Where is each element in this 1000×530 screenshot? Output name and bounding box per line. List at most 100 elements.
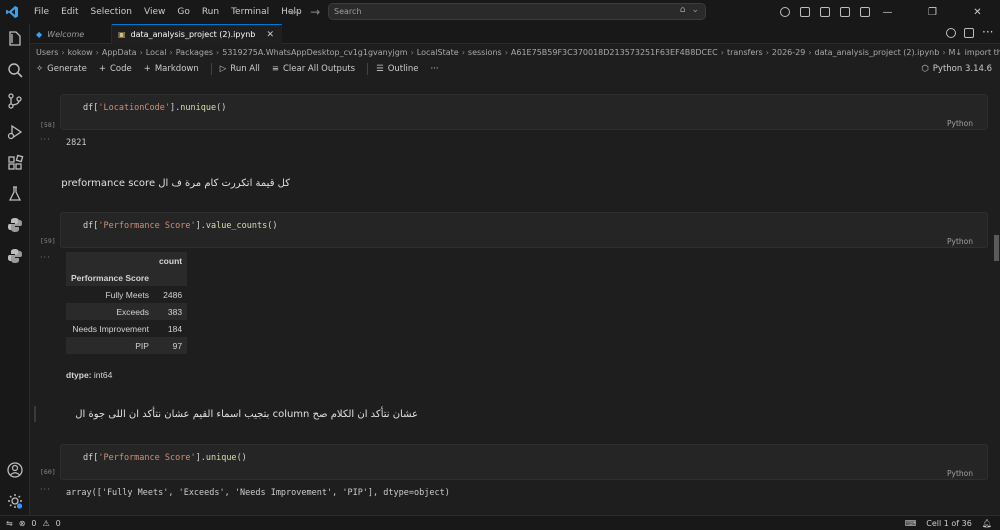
table-row-label: Fully Meets [105, 289, 149, 300]
minimize-icon[interactable]: — [865, 0, 910, 24]
run-all-label: Run All [230, 64, 260, 74]
menu-go[interactable]: Go [171, 0, 195, 24]
dtype-value: int64 [93, 370, 113, 380]
chevron-right-icon: › [765, 47, 769, 57]
menu-selection[interactable]: Selection [85, 0, 138, 24]
tab-welcome[interactable]: ◆ Welcome [30, 24, 112, 44]
table-index-header-row: Performance Score [66, 269, 188, 286]
code-cell[interactable]: df['Performance Score'].value_counts() P… [60, 212, 988, 248]
breadcrumb-item[interactable]: Local [146, 48, 167, 57]
chevron-right-icon: › [942, 47, 946, 57]
breadcrumb-item[interactable]: sessions [468, 48, 502, 57]
nav-arrows: ← → [290, 0, 320, 24]
settings-icon[interactable] [946, 28, 956, 38]
testing-flask-icon[interactable] [6, 185, 24, 203]
breadcrumb-item[interactable]: Packages [176, 48, 213, 57]
cell-source[interactable]: df['LocationCode'].nunique() [61, 95, 987, 129]
toggle-secondary-sidebar-icon[interactable] [840, 7, 850, 17]
copilot-icon[interactable]: ⌂ [680, 5, 686, 15]
cell-position[interactable]: Cell 1 of 36 [926, 519, 972, 528]
bell-icon[interactable]: 🔔︎ [982, 519, 992, 528]
breadcrumb-item[interactable]: transfers [727, 48, 763, 57]
add-code-button[interactable]: + Code [99, 64, 132, 74]
output-more-icon[interactable]: ··· [40, 485, 51, 494]
cell-source[interactable]: df['Performance Score'].value_counts() [61, 213, 987, 247]
output-more-icon[interactable]: ··· [40, 135, 51, 144]
menu-file[interactable]: File [28, 0, 55, 24]
command-search-box[interactable]: Search ⌂ ⌄ [328, 3, 706, 20]
search-icon[interactable] [6, 61, 24, 79]
run-all-button[interactable]: ▷ Run All [220, 64, 260, 74]
output-more-icon[interactable]: ··· [40, 253, 51, 262]
editor-actions: ··· [946, 26, 993, 38]
account-icon[interactable] [6, 461, 24, 479]
outline-button[interactable]: ☰ Outline [376, 64, 418, 74]
explorer-icon[interactable] [6, 30, 24, 48]
toggle-sidebar-icon[interactable] [820, 7, 830, 17]
chevron-right-icon: › [139, 47, 143, 57]
value-counts-table: count Performance Score Fully Meets 2486… [66, 252, 188, 354]
chevron-right-icon: › [61, 47, 65, 57]
menu-view[interactable]: View [138, 0, 171, 24]
code-function: nunique [180, 103, 217, 113]
more-actions-icon[interactable]: ··· [982, 26, 993, 38]
split-editor-icon[interactable] [964, 28, 974, 38]
kernel-picker[interactable]: ⬡ Python 3.14.6 [921, 60, 992, 78]
generate-button[interactable]: ✧ Generate [36, 64, 87, 74]
markdown-cell[interactable]: عشان نتأكد ان الكلام صح column بتجيب اسم… [60, 409, 418, 420]
vertical-scrollbar[interactable] [992, 80, 1000, 515]
scrollbar-thumb[interactable] [994, 235, 999, 261]
warning-icon[interactable]: ⚠ [43, 519, 50, 528]
python-icon[interactable] [6, 216, 24, 234]
settings-gear-icon[interactable] [6, 492, 24, 510]
menu-terminal[interactable]: Terminal [225, 0, 275, 24]
back-arrow-icon[interactable]: ← [290, 5, 300, 19]
tab-notebook[interactable]: ▣ data_analysis_project (2).ipynb ✕ [112, 24, 282, 44]
remote-indicator-icon[interactable]: ⇋ [6, 519, 13, 528]
tab-close-icon[interactable]: ✕ [266, 30, 274, 40]
breadcrumb: Users › kokow › AppData › Local › Packages › … [30, 45, 1000, 59]
cell-language-label[interactable]: Python [947, 237, 973, 246]
jupyter-icon[interactable] [6, 247, 24, 265]
extensions-icon[interactable] [6, 154, 24, 172]
error-icon[interactable]: ⊗ [19, 519, 26, 528]
add-markdown-button[interactable]: + Markdown [144, 64, 199, 74]
menu-run[interactable]: Run [196, 0, 225, 24]
breadcrumb-item[interactable]: 5319275A.WhatsAppDesktop_cv1g1gvanyjgm [222, 48, 407, 57]
close-icon[interactable]: ✕ [955, 0, 1000, 24]
restore-icon[interactable]: ❐ [910, 0, 955, 24]
run-debug-icon[interactable] [6, 123, 24, 141]
breadcrumb-item[interactable]: data_analysis_project (2).ipynb [815, 48, 940, 57]
cell-language-label[interactable]: Python [947, 119, 973, 128]
code-cell[interactable]: df['Performance Score'].unique() Python [60, 444, 988, 480]
keyboard-icon[interactable]: ⌨ [905, 519, 917, 528]
breadcrumb-item[interactable]: A61E75B59F3C370018D213573251F63EF4B8DCEC [511, 48, 718, 57]
execution-count: [60] [40, 468, 56, 476]
code-token: df[ [83, 221, 99, 231]
notebook-editor: df['LocationCode'].nunique() Python [58]… [30, 80, 1000, 515]
breadcrumb-item[interactable]: kokow [68, 48, 93, 57]
execution-count: [59] [40, 237, 56, 245]
forward-arrow-icon[interactable]: → [310, 5, 320, 19]
chevron-down-icon[interactable]: ⌄ [691, 5, 699, 15]
clear-outputs-label: Clear All Outputs [282, 64, 356, 74]
breadcrumb-item[interactable]: Users [36, 48, 58, 57]
breadcrumb-item[interactable]: AppData [102, 48, 137, 57]
clear-outputs-button[interactable]: ≡ Clear All Outputs [272, 64, 355, 74]
toolbar-more-button[interactable]: ··· [431, 64, 439, 74]
cell-language-label[interactable]: Python [947, 469, 973, 478]
toggle-panel-icon[interactable] [800, 7, 810, 17]
cell-source[interactable]: df['Performance Score'].unique() [61, 445, 987, 479]
breadcrumb-item[interactable]: 2026-29 [772, 48, 805, 57]
code-string: 'LocationCode' [98, 103, 171, 113]
code-cell[interactable]: df['LocationCode'].nunique() Python [60, 94, 988, 130]
source-control-icon[interactable] [6, 92, 24, 110]
breadcrumb-item[interactable]: M↓ import the libraries [949, 48, 1000, 57]
vscode-logo-icon [0, 0, 24, 24]
markdown-cell[interactable]: كل قيمة اتكررت كام مرة ف ال preformance … [60, 178, 290, 189]
code-string: 'Performance Score' [98, 453, 196, 463]
menu-edit[interactable]: Edit [55, 0, 84, 24]
breadcrumb-item[interactable]: LocalState [417, 48, 459, 57]
code-token: () [267, 221, 278, 231]
accounts-icon[interactable] [780, 7, 790, 17]
